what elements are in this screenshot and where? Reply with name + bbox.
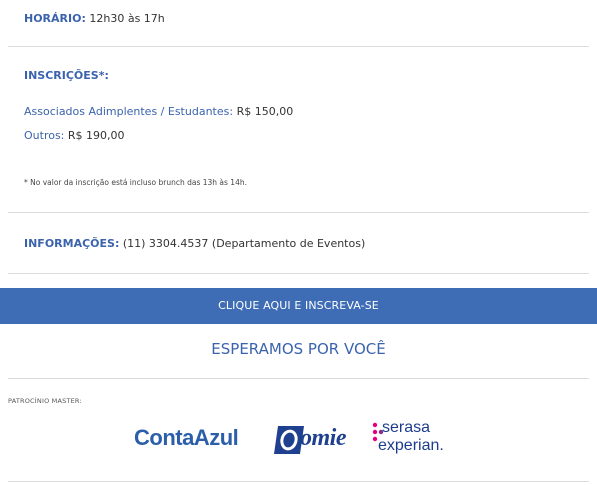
price-associados: Associados Adimplentes / Estudantes: R$ … <box>24 105 293 118</box>
patrocinio-label: PATROCÍNIO MASTER: <box>8 397 82 405</box>
inscricoes-title: INSCRIÇÕES*: <box>24 69 109 82</box>
subscribe-button[interactable]: CLIQUE AQUI E INSCREVA-SE <box>0 288 597 324</box>
informacoes-label: INFORMAÇÕES: <box>24 237 120 250</box>
divider <box>8 212 589 213</box>
divider <box>8 378 589 379</box>
divider <box>8 481 589 482</box>
outros-label: Outros: <box>24 129 65 142</box>
inscricao-note: * No valor da inscrição está incluso bru… <box>24 178 247 187</box>
associados-value: R$ 150,00 <box>236 105 294 118</box>
horario-row: HORÁRIO: 12h30 às 17h <box>24 12 165 25</box>
price-outros: Outros: R$ 190,00 <box>24 129 125 142</box>
divider <box>8 273 589 274</box>
informacoes-row: INFORMAÇÕES: (11) 3304.4537 (Departament… <box>24 237 365 250</box>
horario-label: HORÁRIO: <box>24 12 86 25</box>
divider <box>8 46 589 47</box>
outros-value: R$ 190,00 <box>67 129 125 142</box>
serasa-text: serasa <box>382 419 431 436</box>
informacoes-value: (11) 3304.4537 (Departamento de Eventos) <box>122 237 366 250</box>
horario-value: 12h30 às 17h <box>89 12 165 25</box>
esperamos-heading: ESPERAMOS POR VOCÊ <box>211 340 386 358</box>
associados-label: Associados Adimplentes / Estudantes: <box>24 105 234 118</box>
experian-text: experian. <box>378 437 444 454</box>
serasa-experian-logo[interactable]: serasa experian. <box>372 418 467 458</box>
omie-logo-text: omie <box>300 425 347 451</box>
contaazul-logo[interactable]: ContaAzul <box>134 425 239 451</box>
omie-logo[interactable]: omie <box>274 424 349 456</box>
